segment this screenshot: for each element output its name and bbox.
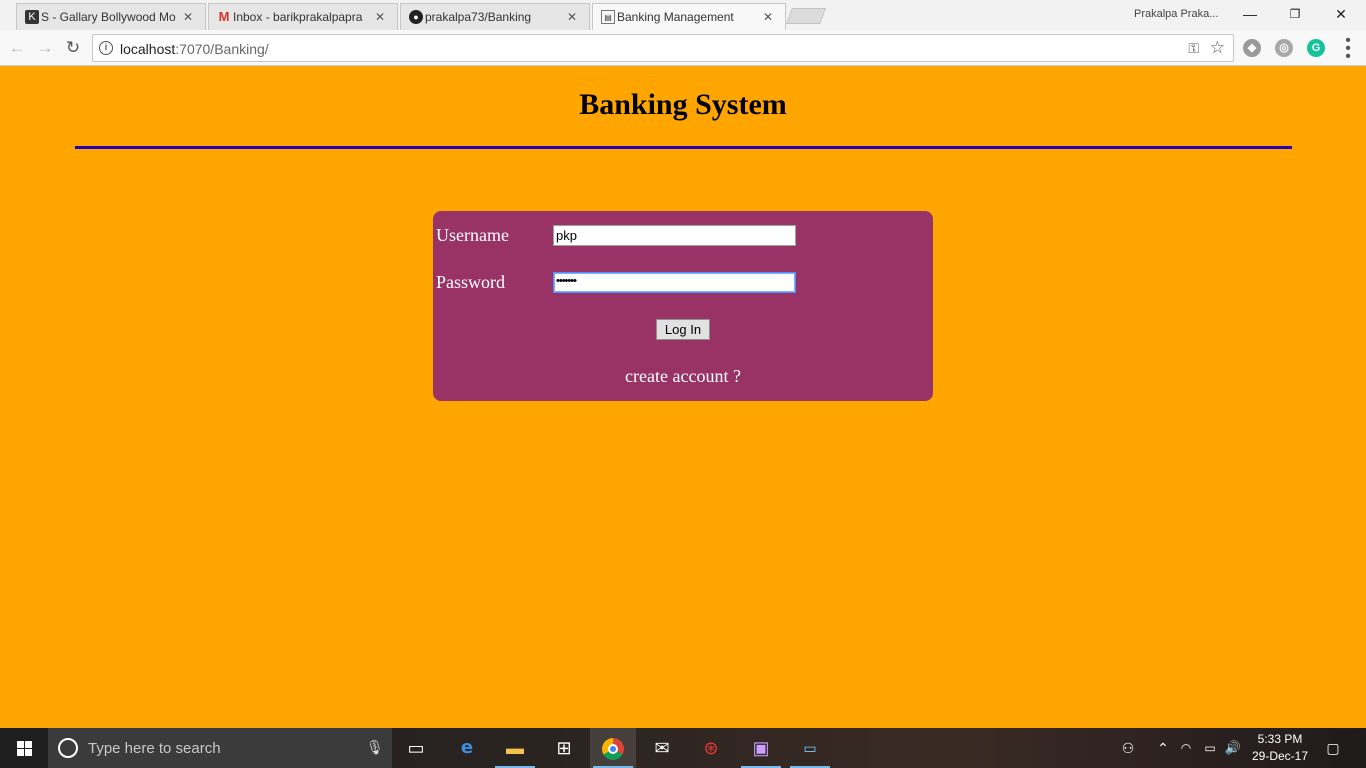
- edge-icon[interactable]: e: [444, 728, 490, 768]
- chrome-menu-icon[interactable]: • • •: [1341, 33, 1355, 65]
- page-body: Banking System Username pkp Password •••…: [0, 66, 1366, 728]
- github-icon: ●: [409, 10, 423, 24]
- browser-toolbar: ← → ↻ i localhost:7070/Banking/ ⚿ ☆ ◆ ◎ …: [0, 30, 1366, 66]
- windows-icon: [17, 741, 32, 756]
- back-icon[interactable]: ←: [5, 36, 29, 60]
- taskbar-search[interactable]: Type here to search 🎙: [48, 728, 392, 768]
- profile-name[interactable]: Prakalpa Praka...: [1134, 8, 1218, 20]
- volume-icon[interactable]: 🔊: [1222, 728, 1244, 768]
- key-icon[interactable]: ⚿: [1188, 40, 1199, 57]
- microphone-icon[interactable]: 🎙: [366, 739, 384, 756]
- tab-title: S - Gallary Bollywood Mo: [41, 10, 176, 24]
- forward-icon[interactable]: →: [33, 36, 57, 60]
- tab-github[interactable]: ● prakalpa73/Banking ✕: [400, 3, 590, 30]
- close-tab-icon[interactable]: ✕: [761, 10, 775, 24]
- url-path: :7070/Banking/: [175, 41, 269, 57]
- store-icon[interactable]: ⊞: [541, 728, 587, 768]
- browser-tabstrip: K S - Gallary Bollywood Mo ✕ M Inbox - b…: [0, 0, 1366, 30]
- task-view-icon[interactable]: ▭: [393, 728, 439, 768]
- page-title: Banking System: [579, 88, 787, 121]
- tab-gallary[interactable]: K S - Gallary Bollywood Mo ✕: [16, 3, 206, 30]
- divider: [75, 146, 1292, 149]
- search-placeholder: Type here to search: [88, 740, 221, 757]
- clock-date: 29-Dec-17: [1251, 749, 1309, 763]
- tab-title: Banking Management: [617, 10, 734, 24]
- taskbar-clock[interactable]: 5:33 PM 29-Dec-17: [1248, 731, 1312, 765]
- taskbar: Type here to search 🎙 ▭ e ▬ ⊞ ✉ ⊛ ▣ ▭ ⚇ …: [0, 728, 1366, 768]
- restore-icon[interactable]: ❐: [1280, 4, 1310, 24]
- show-hidden-icons-icon[interactable]: ⌃: [1150, 728, 1176, 768]
- minimize-icon[interactable]: —: [1235, 4, 1265, 24]
- close-tab-icon[interactable]: ✕: [565, 10, 579, 24]
- close-tab-icon[interactable]: ✕: [373, 10, 387, 24]
- gmail-icon: M: [218, 9, 230, 24]
- app-icon[interactable]: ⊛: [688, 728, 734, 768]
- close-tab-icon[interactable]: ✕: [181, 10, 195, 24]
- login-form: Username pkp Password ••••••• Log In cre…: [433, 211, 933, 401]
- chrome-icon[interactable]: [590, 728, 636, 768]
- tab-title: prakalpa73/Banking: [425, 10, 532, 24]
- wifi-icon[interactable]: ◠: [1176, 728, 1196, 768]
- action-center-icon[interactable]: ▢: [1318, 728, 1348, 768]
- close-window-icon[interactable]: ✕: [1326, 4, 1356, 24]
- tab-title: Inbox - barikprakalpapra: [233, 10, 363, 24]
- login-button[interactable]: Log In: [656, 319, 710, 340]
- tab-banking-management[interactable]: ▤ Banking Management ✕: [592, 3, 786, 30]
- reload-icon[interactable]: ↻: [61, 36, 85, 60]
- grammarly-icon[interactable]: G: [1307, 39, 1325, 57]
- url-text: localhost:7070/Banking/: [120, 41, 269, 57]
- new-tab-button[interactable]: [786, 8, 826, 24]
- password-label: Password: [436, 272, 506, 292]
- tab-inbox[interactable]: M Inbox - barikprakalpapra ✕: [208, 3, 398, 30]
- username-input[interactable]: pkp: [553, 225, 796, 246]
- start-button[interactable]: [0, 728, 48, 768]
- mail-icon[interactable]: ✉: [639, 728, 685, 768]
- password-input[interactable]: •••••••: [553, 272, 796, 293]
- clock-time: 5:33 PM: [1257, 732, 1303, 746]
- file-explorer-icon[interactable]: ▬: [492, 728, 538, 768]
- create-account-link[interactable]: create account ?: [433, 366, 933, 387]
- url-host: localhost: [120, 41, 176, 57]
- ide-icon[interactable]: ▣: [738, 728, 784, 768]
- bookmark-star-icon[interactable]: ☆: [1210, 38, 1225, 58]
- mysql-icon[interactable]: ▭: [787, 728, 833, 768]
- extension-icon[interactable]: ◆: [1243, 39, 1261, 57]
- k-favicon-icon: K: [25, 10, 39, 24]
- battery-icon[interactable]: ▭: [1200, 728, 1220, 768]
- page-favicon-icon: ▤: [601, 10, 615, 24]
- username-label: Username: [436, 225, 509, 245]
- people-icon[interactable]: ⚇: [1115, 728, 1141, 768]
- globe-extension-icon[interactable]: ◎: [1275, 39, 1293, 57]
- info-icon[interactable]: i: [99, 41, 113, 55]
- cortana-icon: [58, 738, 78, 758]
- address-bar[interactable]: i localhost:7070/Banking/ ⚿ ☆: [92, 34, 1234, 62]
